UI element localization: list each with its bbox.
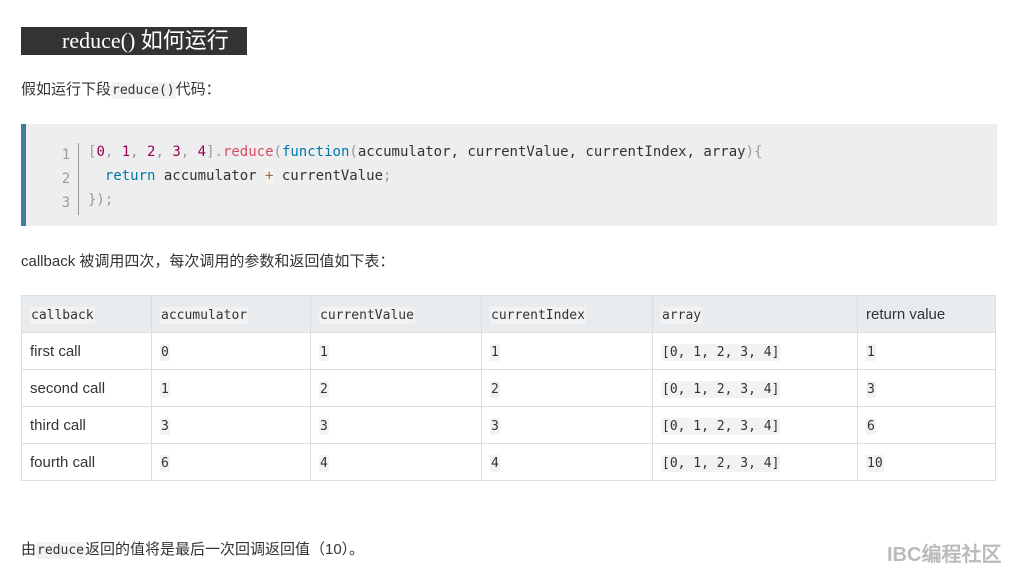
code-block: 123 [0, 1, 2, 3, 4].reduce(function(accu… (21, 124, 997, 226)
table-cell: [0, 1, 2, 3, 4] (652, 332, 858, 370)
inline-code: reduce() (111, 82, 176, 99)
table-cell: first call (21, 332, 152, 370)
table-cell: 6 (857, 406, 996, 444)
intro-before: 假如运行下段 (21, 81, 112, 98)
intro-after: 代码： (175, 81, 221, 98)
table-cell: 1 (857, 332, 996, 370)
table-cell: 1 (481, 332, 653, 370)
table-cell: 1 (151, 369, 311, 407)
code-line-1: [0, 1, 2, 3, 4].reduce(function(accumula… (88, 144, 763, 160)
table-cell: 3 (481, 406, 653, 444)
table-cell: 2 (481, 369, 653, 407)
code-line-3: }); (88, 192, 114, 208)
table-cell: [0, 1, 2, 3, 4] (652, 369, 858, 407)
code-line-2: return accumulator + currentValue; (104, 168, 392, 184)
section-heading: reduce() 如何运行 (21, 27, 247, 55)
table-cell: 4 (481, 443, 653, 481)
table-cell: 10 (857, 443, 996, 481)
table-cell: fourth call (21, 443, 152, 481)
description: callback 被调用四次，每次调用的参数和返回值如下表： (21, 253, 395, 270)
line-numbers: 123 (54, 143, 79, 215)
table-row: first call 0 1 1 [0, 1, 2, 3, 4] 1 (21, 332, 996, 370)
table-cell: third call (21, 406, 152, 444)
table-cell: 1 (310, 332, 482, 370)
table-cell: 3 (310, 406, 482, 444)
table-cell: [0, 1, 2, 3, 4] (652, 406, 858, 444)
code-lines: [0, 1, 2, 3, 4].reduce(function(accumula… (88, 140, 762, 212)
table-cell: 3 (857, 369, 996, 407)
table-cell: second call (21, 369, 152, 407)
table-row: third call 3 3 3 [0, 1, 2, 3, 4] 6 (21, 406, 996, 444)
callback-table: callback accumulator currentValue curren… (21, 295, 996, 481)
table-cell: 2 (310, 369, 482, 407)
table-header: callback accumulator currentValue curren… (21, 295, 996, 333)
table-row: second call 1 2 2 [0, 1, 2, 3, 4] 3 (21, 369, 996, 407)
table-cell: [0, 1, 2, 3, 4] (652, 443, 858, 481)
intro-text: 假如运行下段reduce()代码： (21, 78, 221, 99)
footer-text: 由reduce返回的值将是最后一次回调返回值（10）。 (21, 541, 365, 559)
watermark-logo: IBC编程社区 (887, 544, 1002, 566)
table-cell: 4 (310, 443, 482, 481)
table-cell: 3 (151, 406, 311, 444)
table-cell: 0 (151, 332, 311, 370)
table-cell: 6 (151, 443, 311, 481)
table-row: fourth call 6 4 4 [0, 1, 2, 3, 4] 10 (21, 443, 996, 481)
